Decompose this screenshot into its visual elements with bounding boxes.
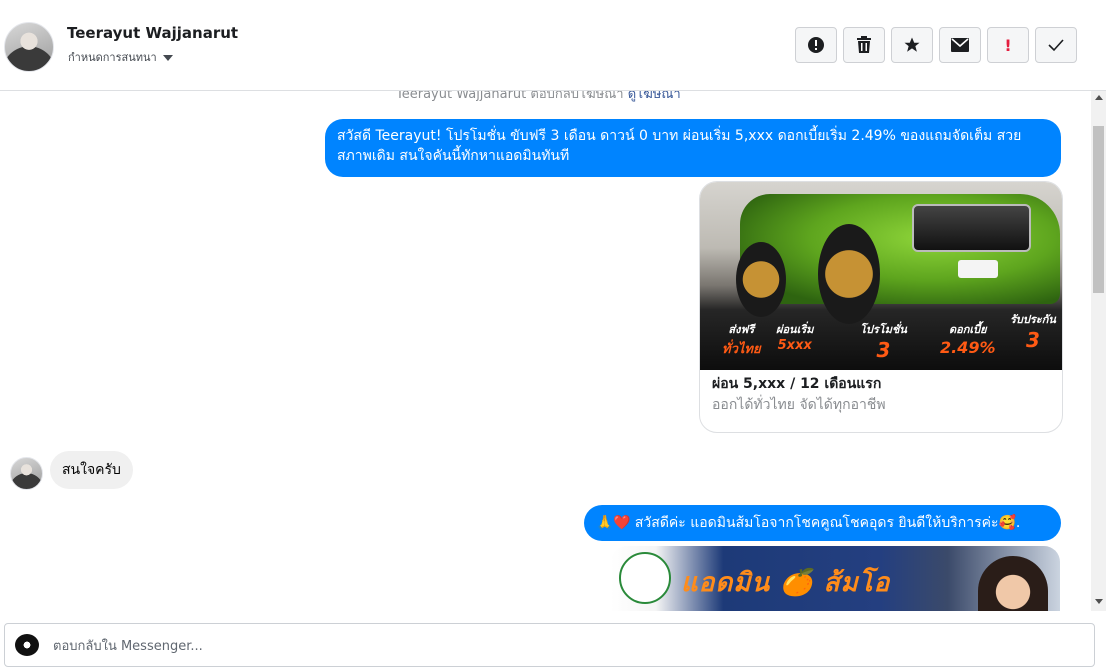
message-text: สวัสดีค่ะ แอดมินส้มโอจากโชคคูณโชคอุดร ยิ… [634,515,999,531]
ad-reply-text: Teerayut Wajjanarut ตอบกลับโฆษณา [396,91,624,102]
ad-card-title: ผ่อน 5,xxx / 12 เดือนแรก [712,376,882,392]
promo-value: 5xxx [777,338,812,353]
promo-item: ส่งฟรี ทั่วไทย [722,320,761,359]
promo-item: ดอกเบี้ย 2.49% [940,320,996,357]
star-button[interactable] [891,27,933,63]
contact-avatar-small[interactable] [10,457,43,490]
mark-unread-button[interactable] [939,27,981,63]
dealer-logo [619,552,671,604]
check-icon [1048,39,1064,52]
admin-banner-image[interactable]: แอดมิน 🍊 ส้มโอ [611,546,1060,611]
delete-button[interactable] [843,27,885,63]
action-toolbar: ! [795,27,1077,63]
promo-item: รับประกัน 3 [1010,310,1056,352]
admin-photo [978,556,1048,611]
ad-card[interactable]: ส่งฟรี ทั่วไทย ผ่อนเริ่ม 5xxx โปรโมชั่น … [699,181,1063,433]
page-avatar [15,634,39,656]
contact-avatar[interactable] [4,22,54,72]
reply-input[interactable] [51,632,1055,660]
car-wheel [818,224,880,324]
car-grille [912,204,1031,252]
conversation-status-dropdown[interactable]: กำหนดการสนทนา [68,48,173,66]
promo-label: รับประกัน [1010,313,1056,326]
ad-card-subtitle: ออกได้ทั่วไทย จัดได้ทุกอาชีพ [712,397,886,413]
star-icon [904,37,920,52]
promo-label: โปรโมชั่น [860,323,907,336]
promo-value: 3 [876,338,891,362]
promo-label: ส่งฟรี [728,323,755,336]
scroll-up-arrow-icon[interactable] [1095,95,1103,100]
outgoing-message: 🙏❤️ สวัสดีค่ะ แอดมินส้มโอจากโชคคูณโชคอุด… [584,505,1061,541]
promo-value: ทั่วไทย [722,342,761,357]
message-composer [4,623,1095,667]
scroll-down-arrow-icon[interactable] [1095,599,1103,604]
pray-heart-emoji: 🙏❤️ [596,515,631,531]
promo-strip: ส่งฟรี ทั่วไทย ผ่อนเริ่ม 5xxx โปรโมชั่น … [700,313,1062,370]
trash-icon [857,36,871,53]
promo-value: 2.49% [940,338,996,357]
spam-icon [808,37,824,53]
promo-label: ดอกเบี้ย [948,323,987,336]
conversation-status-label: กำหนดการสนทนา [68,51,157,64]
mark-spam-button[interactable] [795,27,837,63]
car-wheel [736,242,786,317]
follow-up-icon: ! [1004,35,1012,55]
caret-down-icon [162,54,173,61]
message-thread[interactable]: Teerayut Wajjanarut ตอบกลับโฆษณา ดูโฆษณา… [0,91,1091,611]
promo-item: ผ่อนเริ่ม 5xxx [776,320,814,353]
promo-label: ผ่อนเริ่ม [776,323,814,336]
conversation-header: Teerayut Wajjanarut กำหนดการสนทนา ! [0,0,1106,91]
banner-text: แอดมิน 🍊 ส้มโอ [681,568,891,598]
ad-reply-notice: Teerayut Wajjanarut ตอบกลับโฆษณา ดูโฆษณา [396,91,681,104]
promo-value: 3 [1025,328,1040,352]
contact-name[interactable]: Teerayut Wajjanarut [67,24,238,42]
envelope-icon [951,38,969,52]
follow-up-button[interactable]: ! [987,27,1029,63]
scrollbar-thumb[interactable] [1093,126,1104,293]
incoming-message: สนใจครับ [50,451,133,489]
license-plate [958,260,998,278]
car-ad-image: ส่งฟรี ทั่วไทย ผ่อนเริ่ม 5xxx โปรโมชั่น … [700,182,1062,370]
view-ad-link[interactable]: ดูโฆษณา [628,91,681,102]
outgoing-message: สวัสดี Teerayut! โปรโมชั่น ขับฟรี 3 เดือ… [325,119,1061,177]
promo-item: โปรโมชั่น 3 [860,320,907,362]
smiling-hearts-emoji: 🥰. [998,515,1021,531]
mark-done-button[interactable] [1035,27,1077,63]
